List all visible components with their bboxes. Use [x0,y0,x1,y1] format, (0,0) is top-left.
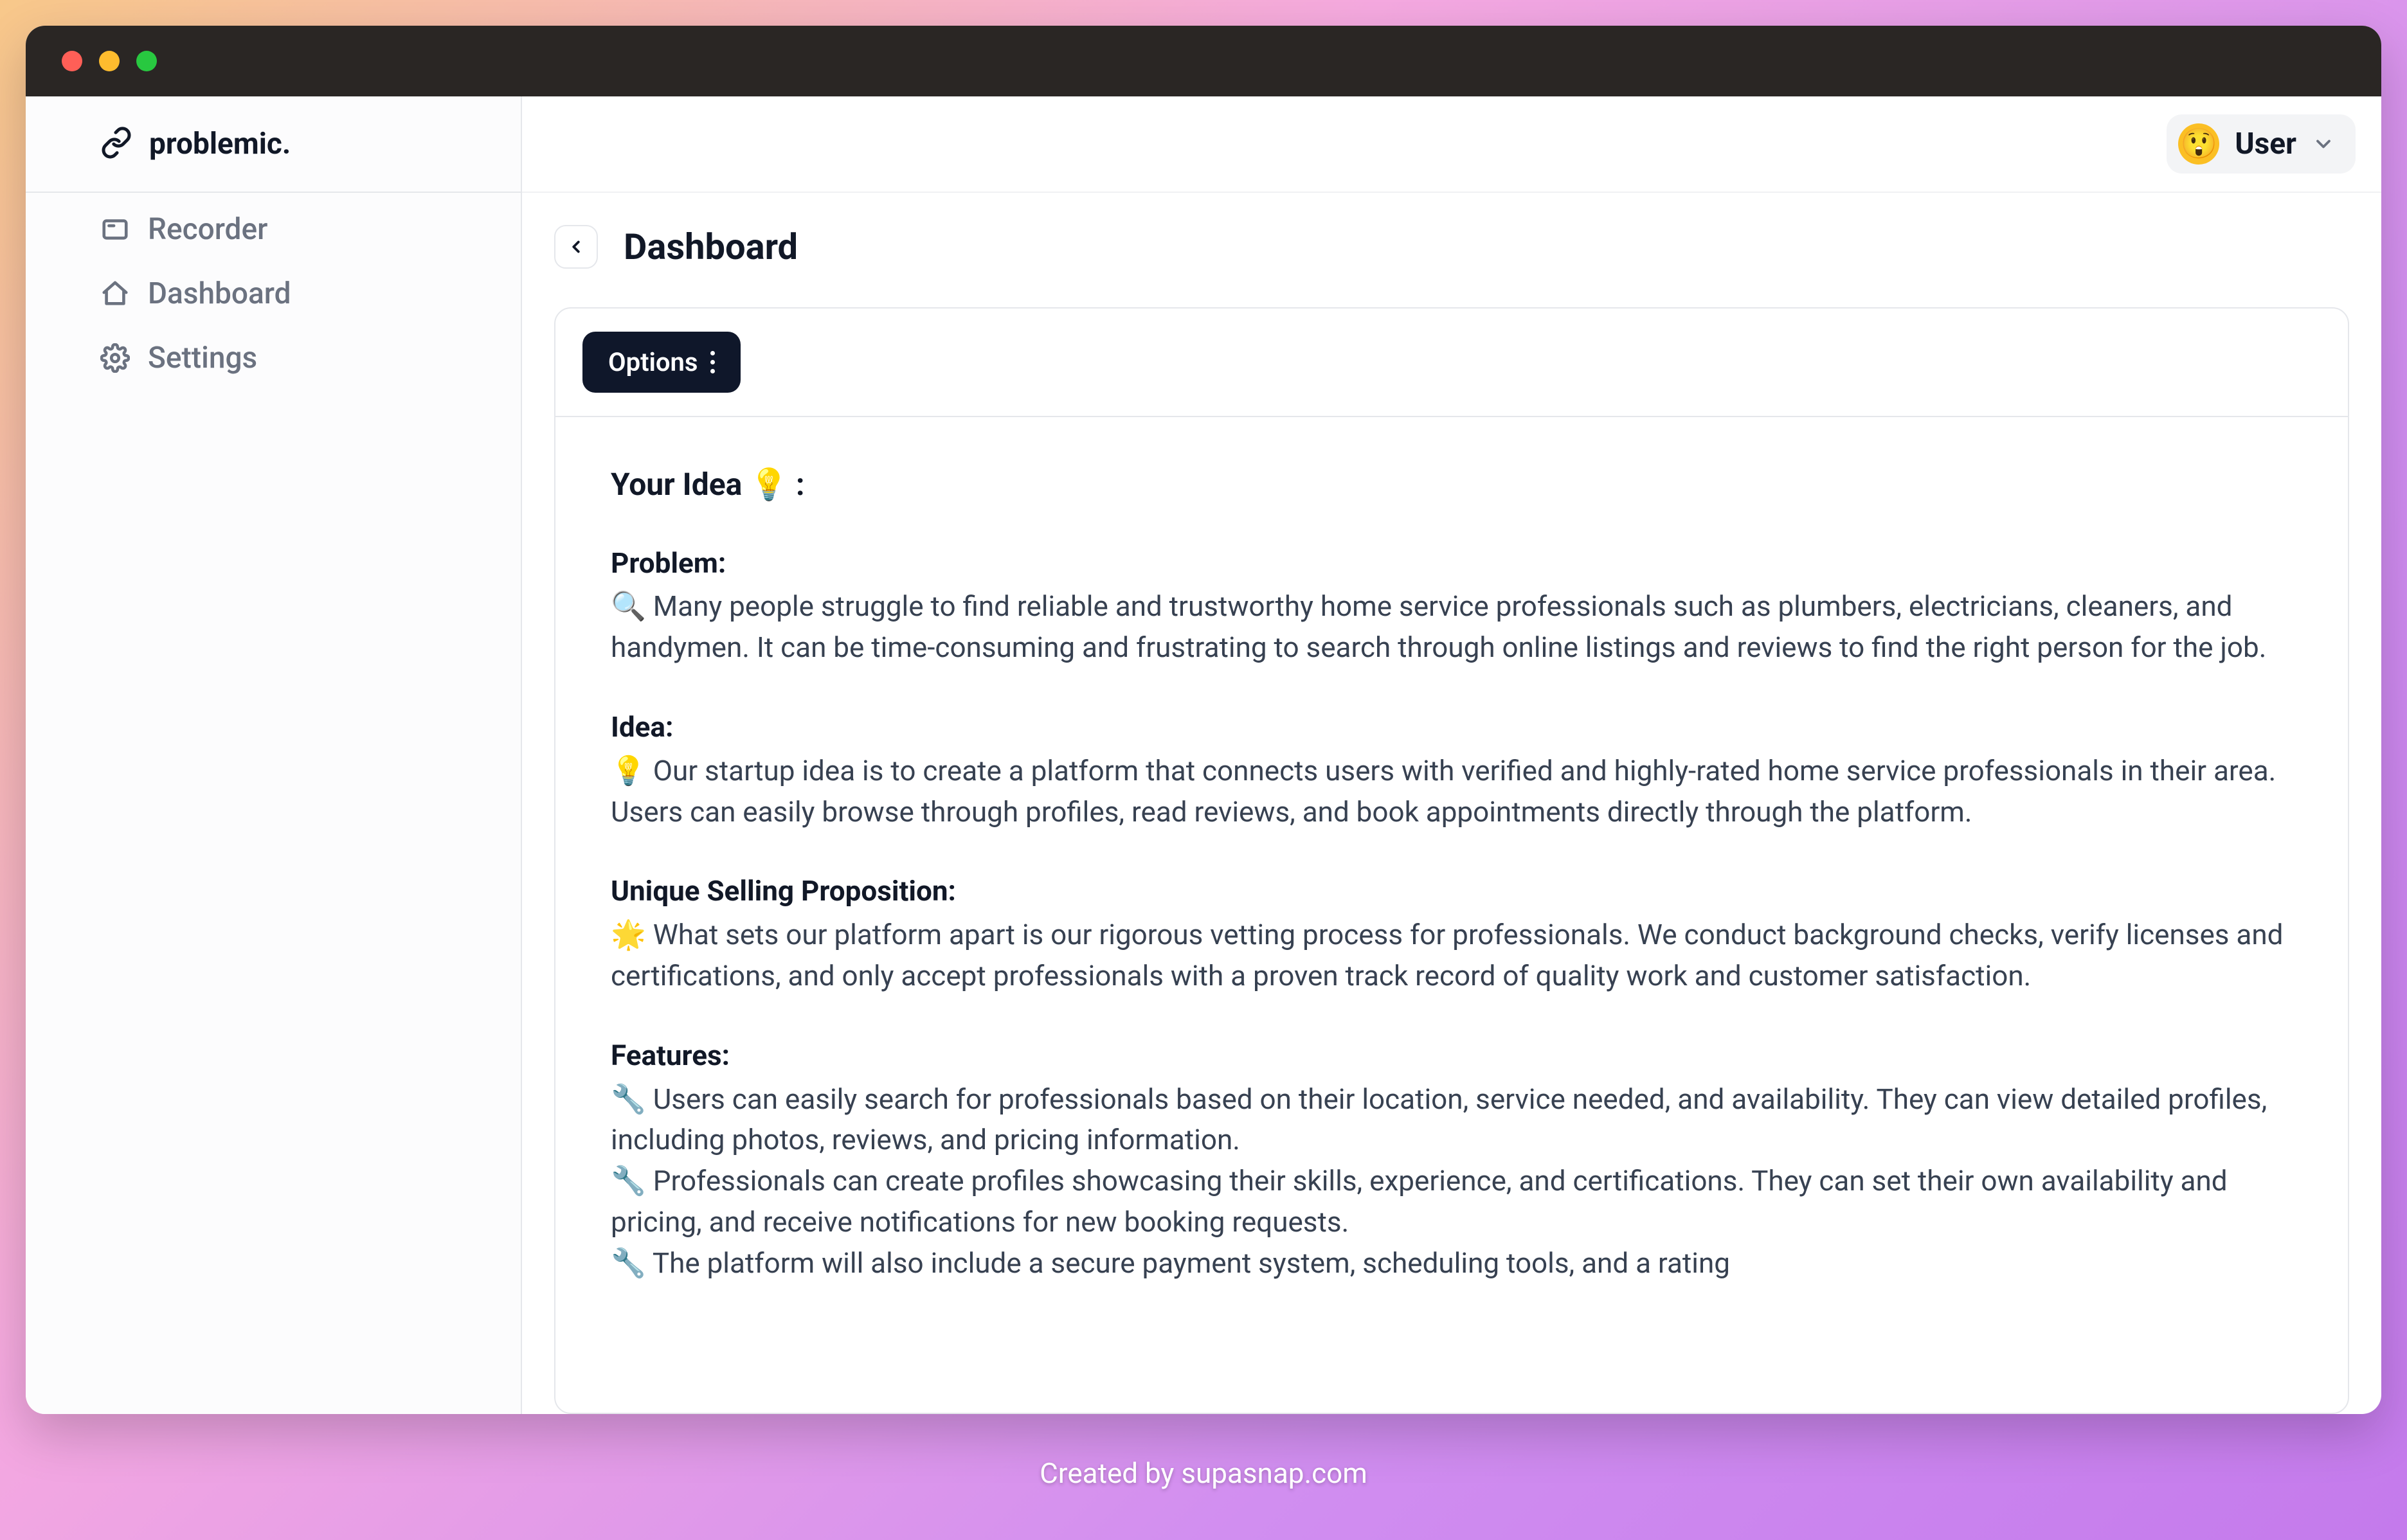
options-button[interactable]: Options [582,332,741,393]
options-label: Options [608,347,698,377]
footer-credit: Created by supasnap.com [0,1456,2407,1490]
card-body: Your Idea 💡 : Problem: 🔍 Many people str… [555,417,2348,1413]
section-heading-idea: Idea: [611,707,2293,748]
app-window: problemic. Recorder Dashboard Settings [26,26,2381,1414]
feature-item-3: 🔧 The platform will also include a secur… [611,1243,2293,1284]
page-header: Dashboard [554,225,2349,269]
card-header: Options [555,309,2348,417]
user-name: User [2235,127,2296,161]
logo-text: problemic. [149,127,291,161]
logo-icon [100,127,132,161]
section-body-usp: 🌟 What sets our platform apart is our ri… [611,915,2293,997]
section-heading-problem: Problem: [611,543,2293,584]
window-minimize-button[interactable] [99,51,120,71]
feature-item-1: 🔧 Users can easily search for profession… [611,1079,2293,1161]
chevron-down-icon [2312,132,2335,156]
idea-heading: Your Idea 💡 : [611,462,2293,507]
top-bar: 😲 User [522,96,2381,193]
idea-card: Options Your Idea 💡 : Problem: 🔍 Many pe… [554,307,2349,1414]
chevron-left-icon [566,237,586,256]
sidebar-item-label: Recorder [148,212,267,247]
content: Dashboard Options Your Idea 💡 : Problem:… [522,193,2381,1414]
avatar-emoji: 😲 [2181,127,2217,161]
sidebar-item-settings[interactable]: Settings [100,341,446,375]
window-maximize-button[interactable] [136,51,157,71]
avatar: 😲 [2178,123,2219,165]
app-body: problemic. Recorder Dashboard Settings [26,96,2381,1414]
main: 😲 User Dashboard Options [522,96,2381,1414]
gear-icon [100,343,130,373]
sidebar-item-recorder[interactable]: Recorder [100,212,446,247]
section-body-idea: 💡 Our startup idea is to create a platfo… [611,751,2293,833]
home-icon [100,279,130,309]
section-heading-features: Features: [611,1035,2293,1077]
window-titlebar [26,26,2381,96]
user-menu[interactable]: 😲 User [2167,114,2356,174]
sidebar-item-dashboard[interactable]: Dashboard [100,276,446,311]
recorder-icon [100,215,130,244]
logo[interactable]: problemic. [26,96,521,193]
sidebar-item-label: Dashboard [148,276,291,311]
section-body-problem: 🔍 Many people struggle to find reliable … [611,586,2293,668]
section-heading-usp: Unique Selling Proposition: [611,871,2293,912]
page-title: Dashboard [624,226,798,268]
sidebar-item-label: Settings [148,341,257,375]
sidebar-nav: Recorder Dashboard Settings [26,193,521,395]
back-button[interactable] [554,225,598,269]
sidebar: problemic. Recorder Dashboard Settings [26,96,522,1414]
feature-item-2: 🔧 Professionals can create profiles show… [611,1161,2293,1243]
more-vertical-icon [710,351,715,373]
window-close-button[interactable] [62,51,82,71]
